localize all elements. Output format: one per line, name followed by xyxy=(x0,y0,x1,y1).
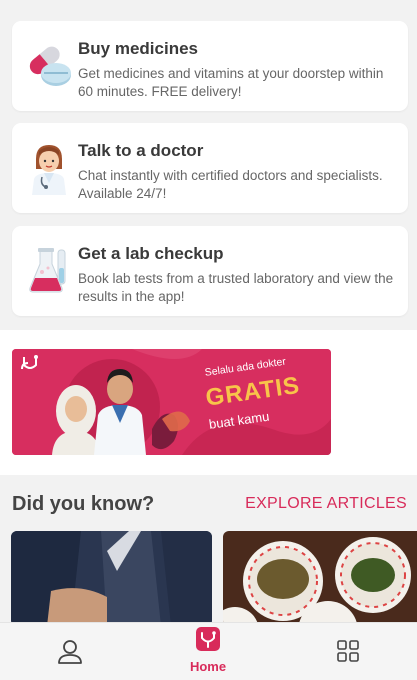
article-card[interactable] xyxy=(223,531,417,626)
explore-articles-link[interactable]: EXPLORE ARTICLES xyxy=(245,495,407,513)
nav-more[interactable] xyxy=(322,623,374,680)
buy-medicines-card[interactable]: Buy medicines Get medicines and vitamins… xyxy=(12,21,408,111)
card-description: Chat instantly with certified doctors an… xyxy=(78,168,383,201)
grid-icon xyxy=(337,640,359,662)
nav-home-label: Home xyxy=(189,659,227,674)
doctor-icon xyxy=(22,141,76,195)
pills-icon xyxy=(22,39,76,93)
talk-to-doctor-card[interactable]: Talk to a doctor Chat instantly with cer… xyxy=(12,123,408,213)
nav-profile[interactable] xyxy=(44,623,96,680)
top-strip xyxy=(0,0,417,8)
card-description: Get medicines and vitamins at your doors… xyxy=(78,66,384,99)
nav-home[interactable]: Home xyxy=(182,623,234,680)
article-image-suit xyxy=(11,531,212,626)
lab-flask-icon xyxy=(22,244,76,298)
lab-checkup-card[interactable]: Get a lab checkup Book lab tests from a … xyxy=(12,226,408,316)
article-image-food xyxy=(223,531,417,626)
card-title: Get a lab checkup xyxy=(78,244,224,263)
user-icon xyxy=(58,640,82,664)
card-title: Talk to a doctor xyxy=(78,141,204,160)
home-stethoscope-icon xyxy=(196,627,220,651)
card-description: Book lab tests from a trusted laboratory… xyxy=(78,271,394,304)
did-you-know-title: Did you know? xyxy=(12,493,155,515)
bottom-navigation: Home xyxy=(0,622,417,680)
free-doctor-promo-banner[interactable]: Selalu ada dokter GRATIS buat kamu xyxy=(12,349,331,455)
card-title: Buy medicines xyxy=(78,39,198,58)
article-card[interactable] xyxy=(11,531,212,626)
